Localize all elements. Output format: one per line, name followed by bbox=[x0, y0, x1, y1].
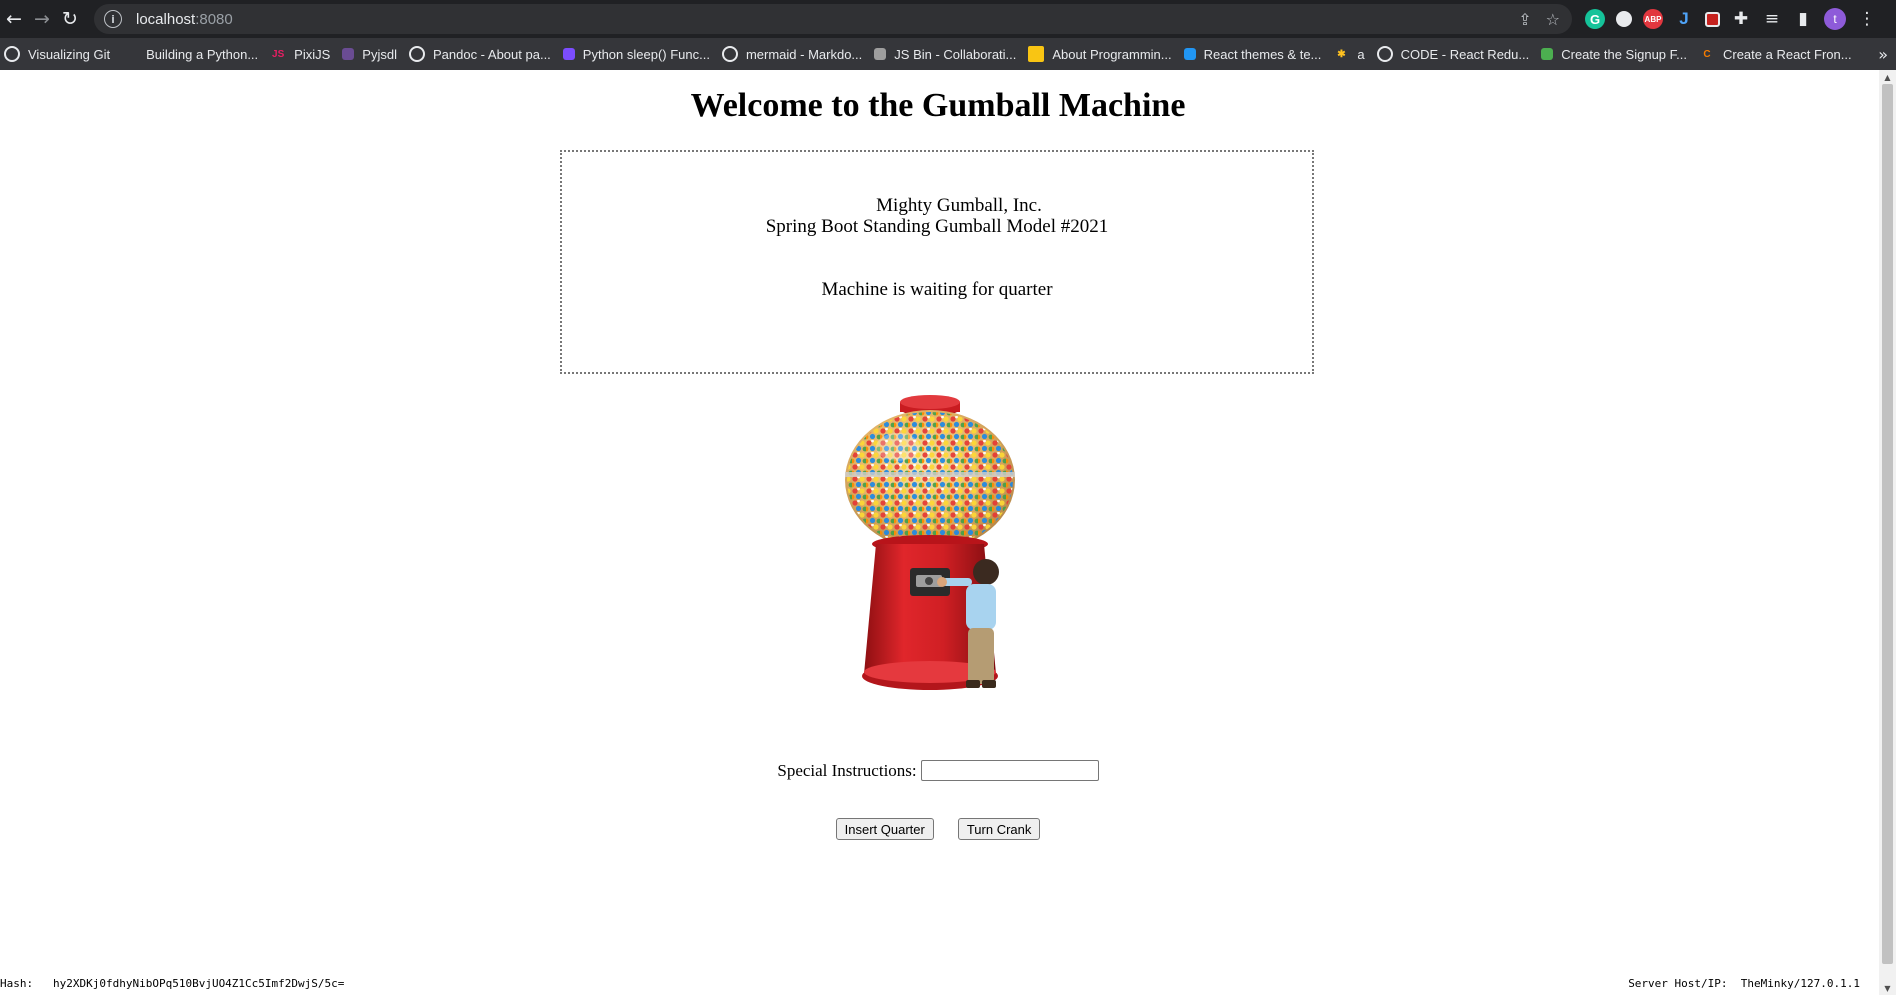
globe-icon bbox=[1376, 46, 1393, 62]
share-icon[interactable]: ⇪ bbox=[1518, 10, 1531, 29]
special-instructions-row: Special Instructions: bbox=[0, 760, 1876, 781]
python-icon bbox=[562, 48, 575, 60]
url-host: localhost bbox=[136, 10, 196, 28]
bookmark-label: Python sleep() Func... bbox=[582, 46, 710, 62]
walmart-icon: ✱ bbox=[1337, 48, 1346, 60]
machine-state-message: Machine is waiting for quarter bbox=[821, 279, 1053, 300]
bookmark-item[interactable]: C Create a React Fron... bbox=[1695, 41, 1860, 67]
bookmark-label: Building a Python... bbox=[146, 46, 259, 62]
pixijs-icon: JS bbox=[272, 48, 285, 60]
bookmark-label: mermaid - Markdo... bbox=[745, 46, 863, 62]
kebab-menu-icon[interactable]: ⋮ bbox=[1857, 9, 1877, 29]
blank-icon bbox=[122, 46, 138, 62]
model-name: Spring Boot Standing Gumball Model #2021 bbox=[765, 216, 1109, 237]
bookmark-item[interactable]: About Programmin... bbox=[1024, 41, 1179, 67]
side-panel-icon[interactable]: ▮ bbox=[1793, 9, 1813, 29]
bookmark-star-icon[interactable]: ☆ bbox=[1546, 10, 1560, 29]
globe-icon bbox=[4, 46, 20, 62]
tv-extension-icon[interactable] bbox=[1705, 11, 1720, 27]
c-icon: C bbox=[1703, 48, 1711, 60]
server-footer: Server Host/IP: TheMinky/127.0.1.1 bbox=[1628, 977, 1860, 990]
bookmark-label: a bbox=[1357, 46, 1365, 62]
vertical-scrollbar[interactable]: ▲ ▼ bbox=[1879, 70, 1896, 995]
back-arrow-icon[interactable]: ← bbox=[0, 5, 28, 33]
bookmark-item[interactable]: Building a Python... bbox=[118, 41, 266, 67]
bookmark-label: CODE - React Redu... bbox=[1400, 46, 1530, 62]
bookmark-label: Visualizing Git bbox=[28, 46, 111, 62]
server-value: TheMinky/127.0.1.1 bbox=[1740, 977, 1860, 990]
jsbin-icon bbox=[874, 48, 887, 60]
company-name: Mighty Gumball, Inc. bbox=[876, 195, 1042, 216]
bookmark-label: Create a React Fron... bbox=[1722, 46, 1852, 62]
reload-icon[interactable]: ↻ bbox=[56, 5, 84, 33]
scrollbar-thumb[interactable] bbox=[1882, 84, 1893, 964]
bookmark-label: React themes & te... bbox=[1203, 46, 1322, 62]
scroll-down-arrow-icon[interactable]: ▼ bbox=[1879, 981, 1896, 995]
jira-extension-icon[interactable]: J bbox=[1674, 9, 1694, 29]
bookmark-item[interactable]: JS PixiJS bbox=[266, 41, 338, 67]
special-instructions-label: Special Instructions: bbox=[777, 760, 917, 780]
special-instructions-input[interactable] bbox=[920, 760, 1099, 781]
insert-quarter-button[interactable]: Insert Quarter bbox=[835, 818, 934, 840]
speech-extension-icon[interactable] bbox=[1616, 11, 1632, 27]
bookmark-label: Pandoc - About pa... bbox=[432, 46, 551, 62]
url-port: :8080 bbox=[195, 10, 233, 28]
reading-list-icon[interactable]: ≡ bbox=[1762, 9, 1782, 29]
bookmark-item[interactable]: ✱ a bbox=[1329, 41, 1372, 67]
bookmark-item[interactable]: Pandoc - About pa... bbox=[405, 41, 559, 67]
site-info-icon[interactable]: i bbox=[104, 10, 122, 28]
adblock-plus-icon[interactable]: ABP bbox=[1643, 9, 1663, 29]
turn-crank-button[interactable]: Turn Crank bbox=[957, 818, 1041, 840]
leaf-icon bbox=[1541, 48, 1554, 60]
bookmark-item[interactable]: Python sleep() Func... bbox=[559, 41, 718, 67]
bookmark-label: PixiJS bbox=[294, 46, 331, 62]
extensions-puzzle-icon[interactable]: ✚ bbox=[1731, 9, 1751, 29]
bookmark-item[interactable]: Pyjsdl bbox=[338, 41, 405, 67]
bookmark-label: JS Bin - Collaborati... bbox=[894, 46, 1017, 62]
machine-status-panel: Mighty Gumball, Inc. Spring Boot Standin… bbox=[560, 150, 1314, 374]
bookmark-item[interactable]: CODE - React Redu... bbox=[1373, 41, 1538, 67]
page-viewport: Welcome to the Gumball Machine Mighty Gu… bbox=[0, 70, 1896, 995]
mui-icon bbox=[1183, 48, 1196, 60]
server-label: Server Host/IP: bbox=[1628, 977, 1728, 990]
pyjsdl-icon bbox=[342, 48, 355, 60]
bookmark-label: Create the Signup F... bbox=[1561, 46, 1687, 62]
bookmarks-bar: Visualizing Git Building a Python... JS Pix… bbox=[0, 38, 1896, 70]
globe-icon bbox=[408, 46, 425, 62]
hash-label: Hash: bbox=[0, 977, 34, 990]
folder-icon bbox=[1028, 46, 1045, 62]
grammarly-extension-icon[interactable]: G bbox=[1585, 9, 1605, 29]
address-bar[interactable]: i localhost:8080 ⇪ ☆ bbox=[94, 4, 1572, 34]
hash-footer: Hash: hy2XDKj0fdhyNibOPq510BvjUO4Z1Cc5Im… bbox=[0, 977, 344, 990]
bookmark-item[interactable]: Create the Signup F... bbox=[1537, 41, 1695, 67]
bookmark-label: Pyjsdl bbox=[362, 46, 397, 62]
browser-toolbar: ← → ↻ i localhost:8080 ⇪ ☆ G ABP J ✚ ≡ ▮… bbox=[0, 0, 1896, 38]
bookmark-item[interactable]: React themes & te... bbox=[1180, 41, 1330, 67]
bookmark-item[interactable]: mermaid - Markdo... bbox=[718, 41, 870, 67]
scroll-up-arrow-icon[interactable]: ▲ bbox=[1879, 70, 1896, 84]
bookmark-label: About Programmin... bbox=[1052, 46, 1172, 62]
url-text[interactable]: localhost:8080 bbox=[136, 11, 233, 28]
bookmark-item[interactable]: JS Bin - Collaborati... bbox=[870, 41, 1024, 67]
globe-icon bbox=[721, 46, 738, 62]
page-title: Welcome to the Gumball Machine bbox=[690, 87, 1186, 124]
bookmarks-overflow-icon[interactable]: » bbox=[1878, 38, 1888, 70]
bookmark-item[interactable]: Visualizing Git bbox=[0, 41, 118, 67]
profile-avatar[interactable]: t bbox=[1824, 8, 1846, 30]
forward-arrow-icon[interactable]: → bbox=[28, 5, 56, 33]
gumball-machine-image bbox=[845, 395, 1015, 690]
hash-value: hy2XDKj0fdhyNibOPq510BvjUO4Z1Cc5Imf2DwjS… bbox=[53, 977, 345, 990]
action-buttons: Insert Quarter Turn Crank bbox=[0, 818, 1876, 840]
